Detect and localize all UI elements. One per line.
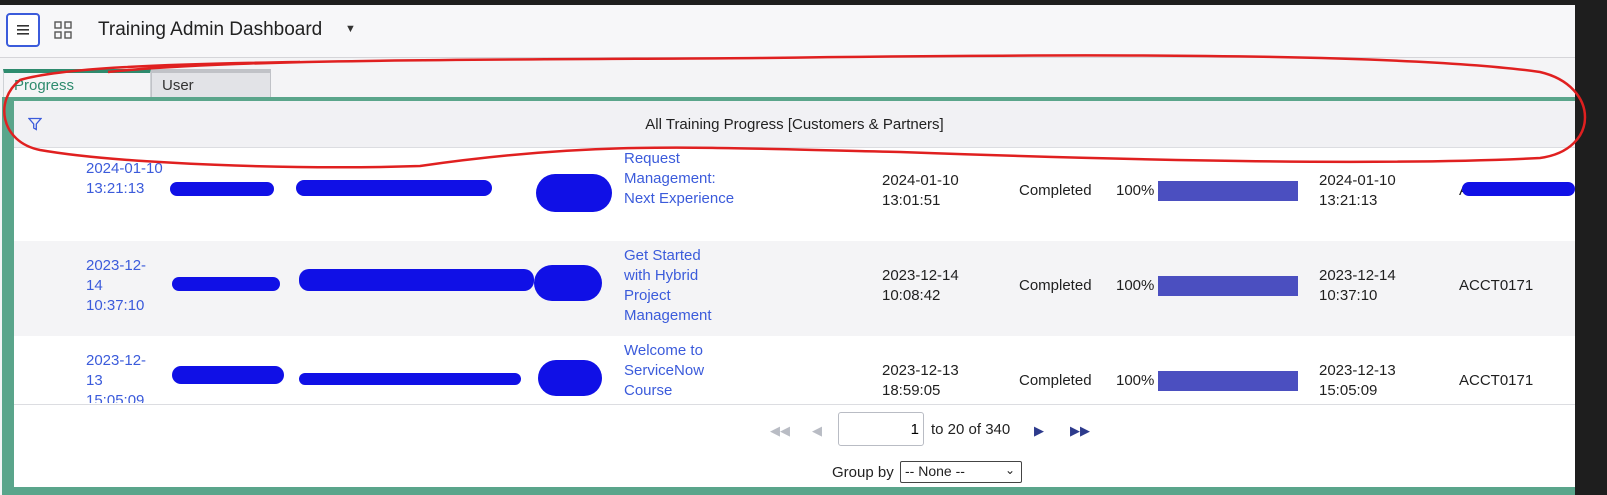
tab-user-summary[interactable]: User Summary [151, 69, 271, 111]
status-text: Completed [1019, 277, 1092, 294]
started-date: 2023-12-13 18:59:05 [882, 362, 959, 399]
redaction-mark [538, 360, 602, 396]
started-date: 2023-12-14 10:08:42 [882, 267, 959, 304]
tab-progress-summary[interactable]: Progress Summary [3, 69, 151, 111]
redaction-mark [299, 373, 521, 385]
course-link[interactable]: Welcome to ServiceNow Course [624, 341, 724, 401]
caret-down-icon[interactable]: ▼ [345, 23, 356, 35]
updated-link[interactable]: 2023-12-13 15:05:09 [86, 351, 158, 403]
list-header: All Training Progress [Customers & Partn… [14, 101, 1575, 148]
list-rows: 2024-01-10 13:21:13 Request Management: … [14, 148, 1575, 403]
previous-page-icon[interactable]: ◀ [812, 423, 822, 439]
started-date: 2024-01-10 13:01:51 [882, 172, 959, 209]
table-row: 2023-12-13 15:05:09 Welcome to ServiceNo… [14, 336, 1575, 403]
grid-icon [54, 21, 72, 39]
updated-link[interactable]: 2023-12-14 10:37:10 [86, 256, 158, 316]
list-container: All Training Progress [Customers & Partn… [14, 101, 1575, 487]
table-row: 2024-01-10 13:21:13 Request Management: … [14, 148, 1575, 241]
percent-text: 100% [1116, 277, 1155, 294]
group-by-label: Group by [832, 464, 894, 481]
group-by-select[interactable]: -- None -- ⌄ [900, 461, 1022, 483]
course-link[interactable]: Get Started with Hybrid Project Manageme… [624, 246, 724, 326]
header-bar: Training Admin Dashboard ▼ [0, 5, 1575, 58]
completed-date: 2023-12-13 15:05:09 [1319, 362, 1396, 399]
page-number-input[interactable] [838, 412, 924, 446]
redaction-mark [536, 174, 612, 212]
progress-bar [1158, 181, 1298, 201]
list-title: All Training Progress [Customers & Partn… [645, 116, 944, 133]
redaction-mark [172, 277, 280, 291]
chevron-down-icon: ⌄ [1004, 463, 1015, 477]
progress-bar [1158, 276, 1298, 296]
apps-button[interactable] [52, 19, 74, 41]
redaction-mark [534, 265, 602, 301]
percent-text: 100% [1116, 372, 1155, 389]
redaction-mark [172, 366, 284, 384]
pagination-bar: ◀◀ ◀ to 20 of 340 ▶ ▶▶ Group by -- None … [14, 404, 1575, 487]
redaction-mark [1462, 182, 1575, 196]
redaction-mark [299, 269, 534, 291]
redaction-mark [296, 180, 492, 196]
list-panel: All Training Progress [Customers & Partn… [2, 97, 1575, 495]
progress-bar [1158, 371, 1298, 391]
table-row: 2023-12-14 10:37:10 Get Started with Hyb… [14, 241, 1575, 336]
status-text: Completed [1019, 182, 1092, 199]
updated-link[interactable]: 2024-01-10 13:21:13 [86, 159, 166, 199]
account-id: ACCT0171 [1459, 277, 1534, 294]
menu-button[interactable] [6, 13, 40, 47]
account-id: ACCT0171 [1459, 372, 1534, 389]
completed-date: 2024-01-10 13:21:13 [1319, 172, 1396, 209]
status-text: Completed [1019, 372, 1092, 389]
first-page-icon[interactable]: ◀◀ [770, 423, 790, 439]
group-by-value: -- None -- [905, 463, 965, 479]
percent-text: 100% [1116, 182, 1155, 199]
page-title: Training Admin Dashboard [98, 19, 323, 40]
app-window: Training Admin Dashboard ▼ Progress Summ… [0, 5, 1575, 495]
next-page-icon[interactable]: ▶ [1034, 423, 1044, 439]
page-range-text: to 20 of 340 [931, 421, 1011, 438]
course-link[interactable]: Request Management: Next Experience [624, 149, 744, 209]
completed-date: 2023-12-14 10:37:10 [1319, 267, 1396, 304]
last-page-icon[interactable]: ▶▶ [1070, 423, 1090, 439]
tab-bar: Progress Summary User Summary [0, 65, 1575, 111]
redaction-mark [170, 182, 274, 196]
hamburger-icon [17, 25, 29, 35]
